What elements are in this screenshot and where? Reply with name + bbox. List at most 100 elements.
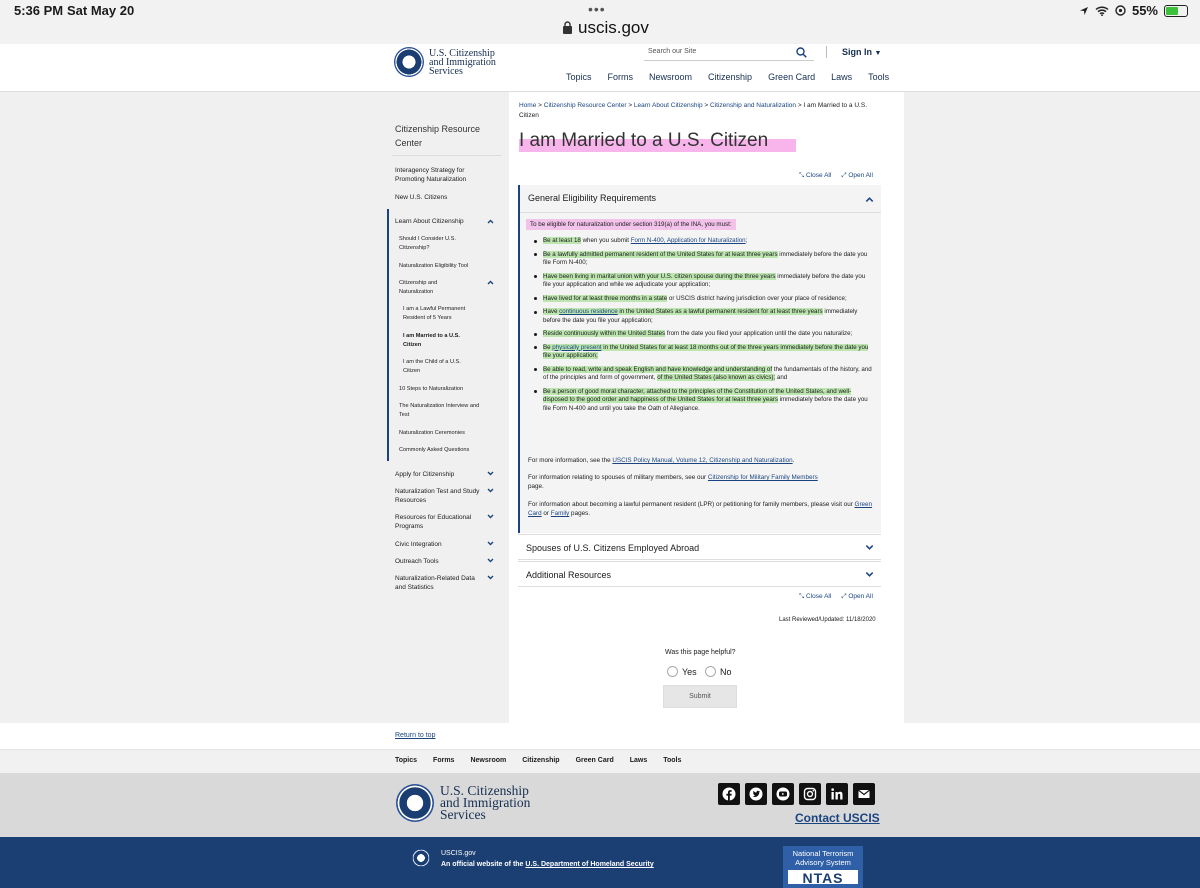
military-family-link[interactable]: Citizenship for Military Family Members — [708, 474, 818, 481]
accordion-additional-resources[interactable]: Additional Resources — [518, 561, 881, 587]
chevron-up-icon[interactable] — [487, 218, 494, 225]
sidebar-item-outreach[interactable]: Outreach Tools — [395, 557, 439, 566]
twitter-icon[interactable] — [745, 783, 767, 805]
sidebar-item-should-consider[interactable]: Should I Consider U.S. Citizenship? — [399, 235, 479, 253]
sidebar-item-common-questions[interactable]: Commonly Asked Questions — [399, 446, 469, 455]
instagram-icon[interactable] — [799, 783, 821, 805]
physically-present-link[interactable]: physically present — [552, 343, 602, 351]
address-bar[interactable]: uscis.gov — [578, 18, 649, 38]
chevron-down-icon[interactable] — [487, 487, 494, 494]
eligibility-intro: To be eligible for naturalization under … — [526, 219, 736, 230]
sidebar-item-lpr-5-years[interactable]: I am a Lawful Permanent Resident of 5 Ye… — [403, 305, 485, 323]
chevron-down-icon[interactable] — [487, 470, 494, 477]
sidebar-item-learn-about[interactable]: Learn About Citizenship — [395, 217, 464, 226]
search-input[interactable]: Search our Site — [644, 45, 814, 61]
nav-tools[interactable]: Tools — [868, 72, 889, 82]
chevron-down-icon[interactable] — [487, 540, 494, 547]
family-link[interactable]: Family — [551, 510, 570, 517]
search-icon[interactable] — [796, 47, 807, 58]
sidebar-item-educational[interactable]: Resources for Educational Programs — [395, 513, 485, 531]
chevron-up-icon[interactable] — [865, 195, 874, 204]
footer-nav-citizenship[interactable]: Citizenship — [522, 757, 559, 764]
list-item: Be a lawfully admitted permanent residen… — [533, 250, 873, 268]
breadcrumb-citizenship-naturalization[interactable]: Citizenship and Naturalization — [710, 102, 796, 109]
open-all-button[interactable]: ⤢ Open All — [841, 593, 873, 601]
no-radio[interactable]: No — [705, 666, 732, 677]
sidebar-item-married-current[interactable]: I am Married to a U.S. Citizen — [403, 332, 473, 350]
sidebar-item-ceremonies[interactable]: Naturalization Ceremonies — [399, 429, 465, 438]
chevron-down-icon[interactable] — [865, 543, 874, 552]
form-n400-link[interactable]: Form N-400, Application for Naturalizati… — [631, 237, 746, 244]
sidebar-item-civic[interactable]: Civic Integration — [395, 540, 442, 549]
sidebar-item-test-resources[interactable]: Naturalization Test and Study Resources — [395, 487, 481, 505]
last-reviewed: Last Reviewed/Updated: 11/18/2020 — [779, 617, 876, 623]
footer-nav-forms[interactable]: Forms — [433, 757, 454, 764]
footer-nav-newsroom[interactable]: Newsroom — [470, 757, 506, 764]
list-item: Be a person of good moral character, att… — [533, 387, 873, 414]
dhs-link[interactable]: U.S. Department of Homeland Security — [525, 861, 653, 868]
nav-green-card[interactable]: Green Card — [768, 72, 815, 82]
breadcrumb-home[interactable]: Home — [519, 102, 536, 109]
sidebar-item-interagency[interactable]: Interagency Strategy for Promoting Natur… — [395, 166, 495, 184]
facebook-icon[interactable] — [718, 783, 740, 805]
sidebar-item-child-of-citizen[interactable]: I am the Child of a U.S. Citizen — [403, 358, 475, 376]
status-time: 5:36 PM — [14, 3, 64, 18]
linkedin-icon[interactable] — [826, 783, 848, 805]
return-to-top-link[interactable]: Return to top — [395, 732, 435, 739]
youtube-icon[interactable] — [772, 783, 794, 805]
nav-newsroom[interactable]: Newsroom — [649, 72, 692, 82]
policy-manual-link[interactable]: USCIS Policy Manual, Volume 12, Citizens… — [612, 457, 792, 464]
footer-nav-green-card[interactable]: Green Card — [576, 757, 614, 764]
chevron-down-icon[interactable] — [487, 557, 494, 564]
close-all-button[interactable]: ⤡ Close All — [799, 593, 831, 601]
email-icon[interactable] — [853, 783, 875, 805]
sidebar-item-10-steps[interactable]: 10 Steps to Naturalization — [399, 385, 463, 394]
sidebar-item-eligibility-tool[interactable]: Naturalization Eligibility Tool — [399, 262, 468, 271]
header-divider — [826, 46, 827, 58]
sidebar-item-new-citizens[interactable]: New U.S. Citizens — [395, 193, 447, 202]
list-item: Have been living in marital union with y… — [533, 272, 873, 290]
uscis-logo[interactable]: U.S. Citizenship and Immigration Service… — [394, 47, 496, 77]
nav-laws[interactable]: Laws — [831, 72, 852, 82]
open-all-button[interactable]: ⤢ Open All — [841, 172, 873, 180]
footer-nav-laws[interactable]: Laws — [630, 757, 648, 764]
sidebar-item-data-stats[interactable]: Naturalization-Related Data and Statisti… — [395, 574, 479, 592]
more-info-paragraph: For more information, see the USCIS Poli… — [528, 457, 795, 464]
chevron-down-icon[interactable] — [487, 513, 494, 520]
list-item: Be able to read, write and speak English… — [533, 365, 873, 383]
breadcrumb-learn[interactable]: Learn About Citizenship — [634, 102, 703, 109]
footer-nav-tools[interactable]: Tools — [663, 757, 681, 764]
accordion-spouses-abroad[interactable]: Spouses of U.S. Citizens Employed Abroad — [518, 534, 881, 560]
sidebar-item-apply[interactable]: Apply for Citizenship — [395, 470, 454, 479]
more-dots-icon[interactable]: ••• — [588, 1, 606, 17]
page-title: I am Married to a U.S. Citizen — [519, 130, 797, 152]
nav-topics[interactable]: Topics — [566, 72, 592, 82]
footer-nav-topics[interactable]: Topics — [395, 757, 417, 764]
site-header — [0, 44, 1200, 92]
continuous-residence-link[interactable]: continuous residence — [559, 308, 618, 315]
social-links — [718, 783, 875, 805]
chevron-up-icon[interactable] — [487, 279, 494, 286]
accordion-header-general[interactable]: General Eligibility Requirements — [528, 193, 656, 203]
breadcrumb: Home > Citizenship Resource Center > Lea… — [519, 102, 867, 119]
close-all-button[interactable]: ⤡ Close All — [799, 172, 831, 180]
chevron-down-icon[interactable] — [487, 574, 494, 581]
footer-nav: Topics Forms Newsroom Citizenship Green … — [395, 757, 697, 764]
military-info-paragraph: For information relating to spouses of m… — [528, 474, 818, 490]
submit-button[interactable]: Submit — [663, 685, 737, 708]
nav-forms[interactable]: Forms — [608, 72, 634, 82]
yes-radio[interactable]: Yes — [667, 666, 697, 677]
chevron-down-icon[interactable] — [865, 570, 874, 579]
footer-uscis-logo[interactable]: U.S. Citizenship and Immigration Service… — [396, 784, 530, 822]
sidebar-item-interview-test[interactable]: The Naturalization Interview and Test — [399, 402, 485, 420]
sidebar-item-citizenship-naturalization[interactable]: Citizenship and Naturalization — [399, 279, 459, 297]
nav-citizenship[interactable]: Citizenship — [708, 72, 752, 82]
contact-uscis-link[interactable]: Contact USCIS — [795, 811, 880, 825]
breadcrumb-resource-center[interactable]: Citizenship Resource Center — [544, 102, 627, 109]
sidebar-title: Citizenship Resource Center — [395, 124, 481, 148]
list-item: Be at least 18 when you submit Form N-40… — [533, 237, 873, 246]
ntas-badge[interactable]: National Terrorism Advisory System NTAS — [783, 846, 863, 888]
sign-in-button[interactable]: Sign In ▼ — [842, 47, 881, 57]
lpr-info-paragraph: For information about becoming a lawful … — [528, 501, 873, 517]
sidebar-active-rail — [387, 209, 389, 461]
